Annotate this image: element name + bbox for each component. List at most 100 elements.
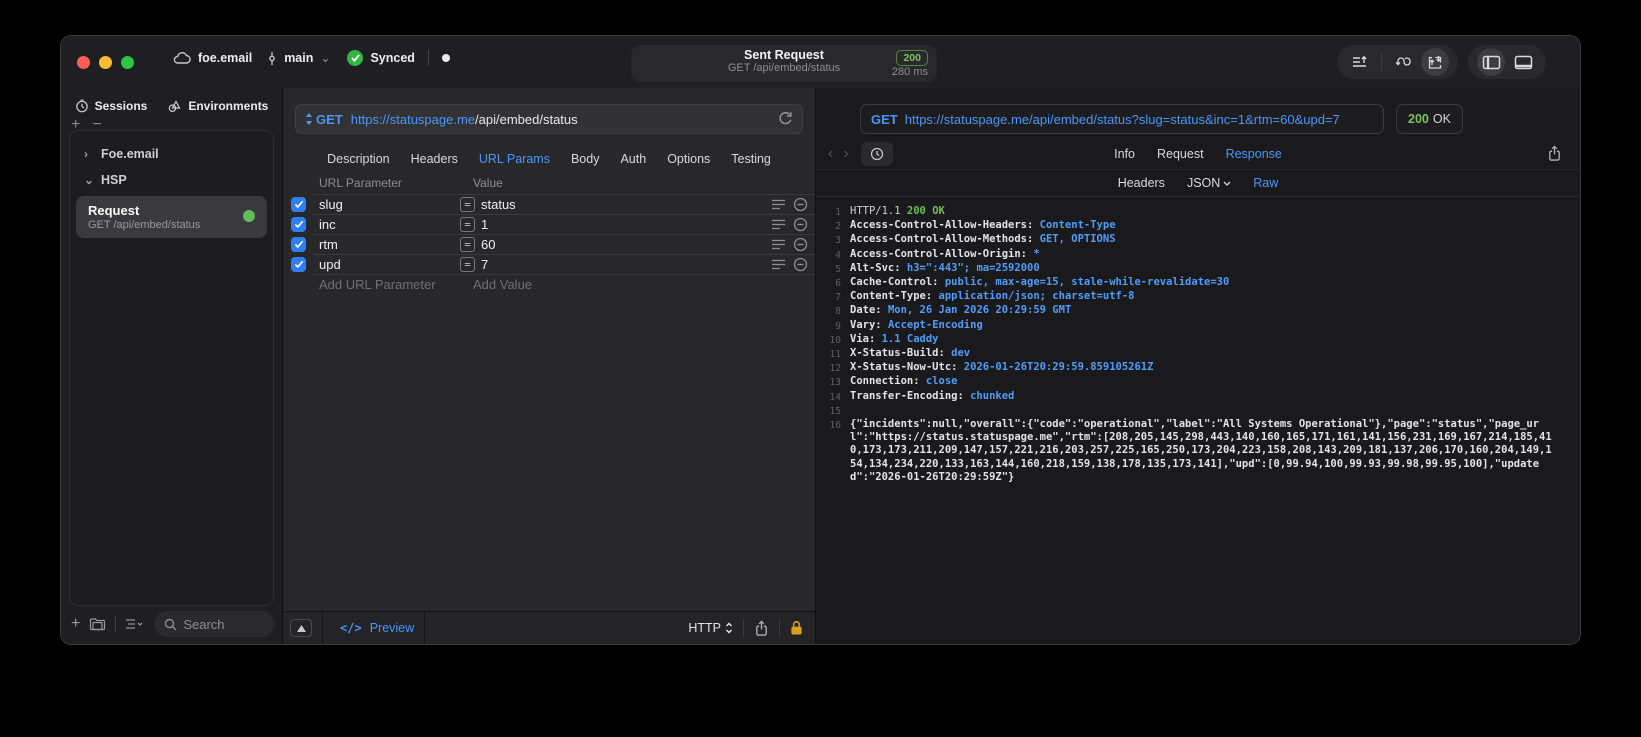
tab-body[interactable]: Body: [571, 152, 600, 166]
param-checkbox[interactable]: [291, 196, 306, 212]
cloud-icon: [173, 51, 191, 65]
protocol-selector[interactable]: HTTP: [688, 621, 733, 635]
param-row-rtm: rtm = 60: [283, 234, 815, 254]
param-name[interactable]: upd: [319, 257, 460, 272]
response-json-body: {"incidents":null,"overall":{"code":"ope…: [850, 418, 1552, 483]
search-input[interactable]: Search: [154, 611, 274, 637]
tree-group-foe-email[interactable]: › Foe.email: [70, 141, 273, 167]
param-value[interactable]: 7: [481, 257, 772, 272]
response-url-row: GET https://statuspage.me/api/embed/stat…: [860, 104, 1580, 134]
branch-name[interactable]: main: [284, 51, 313, 65]
lock-icon[interactable]: [790, 620, 803, 636]
response-line: 14 Transfer-Encoding: chunked: [829, 389, 1015, 403]
search-placeholder: Search: [183, 616, 225, 632]
footer-divider: [424, 611, 426, 644]
code-icon: </>: [340, 621, 362, 635]
collapse-panel-button[interactable]: [290, 619, 312, 637]
format-menu-icon[interactable]: [772, 219, 786, 230]
param-row-upd: upd = 7: [283, 254, 815, 274]
param-checkbox[interactable]: [291, 216, 306, 232]
response-url: https://statuspage.me/api/embed/status?s…: [904, 111, 1340, 127]
text-type-icon[interactable]: =: [460, 256, 475, 272]
tab-sessions[interactable]: Sessions: [75, 99, 147, 113]
tab-info[interactable]: Info: [1114, 147, 1135, 161]
share-icon[interactable]: [1547, 145, 1562, 162]
url-host[interactable]: https://statuspage.me: [351, 112, 475, 127]
resend-icon[interactable]: [778, 111, 793, 127]
param-row-slug: slug = status: [283, 194, 815, 214]
preview-button[interactable]: </> Preview: [340, 621, 414, 635]
format-menu-icon[interactable]: [772, 239, 786, 250]
tab-headers[interactable]: Headers: [411, 152, 458, 166]
text-type-icon[interactable]: =: [460, 236, 475, 252]
tab-environments[interactable]: Environments: [167, 99, 268, 113]
share-icon[interactable]: [754, 620, 769, 637]
tab-request[interactable]: Request: [1157, 147, 1204, 161]
check-icon: [294, 260, 303, 268]
param-checkbox[interactable]: [291, 236, 306, 252]
tab-options[interactable]: Options: [667, 152, 710, 166]
response-raw-view[interactable]: 1 HTTP/1.1 200 OK 2 Access-Control-Allow-H…: [816, 197, 1580, 484]
param-value[interactable]: 60: [481, 237, 772, 252]
footer-divider: [322, 611, 323, 644]
remove-row-icon[interactable]: [793, 217, 808, 232]
sync-status[interactable]: Synced: [370, 51, 414, 65]
text-type-icon[interactable]: =: [460, 216, 475, 232]
param-checkbox[interactable]: [291, 256, 306, 272]
remove-request-button[interactable]: −: [92, 116, 101, 134]
response-line: 7 Content-Type: application/json; charset…: [835, 290, 1135, 304]
new-group-icon[interactable]: [89, 617, 106, 631]
sent-request-pill[interactable]: Sent Request GET /api/embed/status 200 2…: [631, 45, 937, 82]
toggle-sidebar-icon[interactable]: [1477, 48, 1505, 76]
param-name[interactable]: slug: [319, 197, 460, 212]
sync-branches-icon[interactable]: [1389, 48, 1417, 76]
tab-auth[interactable]: Auth: [620, 152, 646, 166]
response-line: 5 Alt-Svc: h3=":443"; ma=2592000: [835, 261, 1040, 275]
param-name[interactable]: rtm: [319, 237, 460, 252]
method-label[interactable]: GET: [316, 112, 343, 127]
add-value[interactable]: Add Value: [473, 277, 532, 292]
format-menu-icon[interactable]: [772, 259, 786, 270]
tab-testing[interactable]: Testing: [731, 152, 771, 166]
new-request-button[interactable]: +: [71, 615, 80, 633]
toggle-bottom-panel-icon[interactable]: [1509, 48, 1537, 76]
sidebar-add-remove: + −: [71, 116, 102, 134]
request-url-bar[interactable]: GET https://statuspage.me/api/embed/stat…: [295, 104, 803, 134]
url-path[interactable]: /api/embed/status: [475, 112, 578, 127]
text-type-icon[interactable]: =: [460, 196, 475, 212]
chevron-down-icon[interactable]: ⌄: [320, 51, 330, 65]
zoom-window-button[interactable]: [121, 56, 134, 69]
add-request-button[interactable]: +: [71, 116, 80, 134]
sent-request-title: Sent Request: [744, 48, 824, 62]
remove-row-icon[interactable]: [793, 237, 808, 252]
tree-request-item[interactable]: Request GET /api/embed/status: [76, 196, 267, 238]
stepper-icon: [725, 622, 733, 634]
format-menu-icon[interactable]: [772, 199, 786, 210]
subtab-headers[interactable]: Headers: [1118, 176, 1165, 190]
param-name[interactable]: inc: [319, 217, 460, 232]
subtab-json[interactable]: JSON: [1187, 176, 1231, 190]
method-stepper-icon: [305, 113, 313, 125]
request-order-icon[interactable]: [1346, 48, 1374, 76]
remove-row-icon[interactable]: [793, 197, 808, 212]
tab-response[interactable]: Response: [1226, 147, 1282, 161]
status-code: 200: [1408, 112, 1429, 126]
tab-description[interactable]: Description: [327, 152, 390, 166]
close-window-button[interactable]: [77, 56, 90, 69]
response-line: 4 Access-Control-Allow-Origin: *: [835, 247, 1040, 261]
traffic-lights: [77, 56, 134, 69]
send-receive-icon[interactable]: [1421, 48, 1449, 76]
remove-row-icon[interactable]: [793, 257, 808, 272]
param-value[interactable]: status: [481, 197, 772, 212]
tab-url-params[interactable]: URL Params: [479, 152, 550, 166]
shapes-icon: [169, 100, 181, 113]
project-name[interactable]: foe.email: [198, 51, 252, 65]
tree-group-hsp[interactable]: ⌄ HSP: [70, 167, 273, 193]
param-value[interactable]: 1: [481, 217, 772, 232]
sort-options-icon[interactable]: [125, 618, 145, 630]
add-url-parameter[interactable]: Add URL Parameter: [319, 277, 473, 292]
response-url-box[interactable]: GET https://statuspage.me/api/embed/stat…: [860, 104, 1384, 134]
response-line: 10 Via: 1.1 Caddy: [829, 332, 939, 346]
subtab-raw[interactable]: Raw: [1253, 176, 1278, 190]
minimize-window-button[interactable]: [99, 56, 112, 69]
